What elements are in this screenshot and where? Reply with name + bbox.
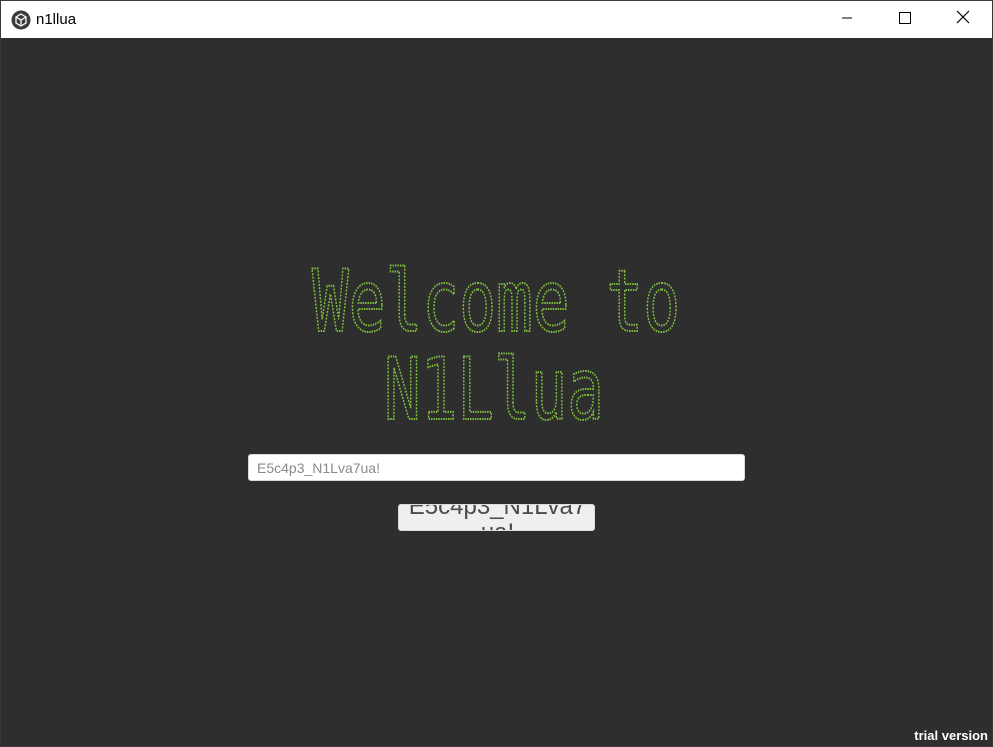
title-bar[interactable]: n1llua <box>1 1 992 38</box>
flag-input[interactable] <box>248 454 745 481</box>
minimize-icon <box>841 11 853 29</box>
submit-button-label: E5c4p3_N1Lva7ua! <box>408 504 587 530</box>
unity-cube-icon <box>11 10 31 30</box>
app-window: n1llua Welcome to N1Llua E5c4p3_N1Lva7ua… <box>0 0 993 747</box>
minimize-button[interactable] <box>818 1 876 38</box>
maximize-button[interactable] <box>876 1 934 38</box>
close-button[interactable] <box>934 1 992 38</box>
banner-line-welcome: Welcome to <box>312 252 680 352</box>
submit-button[interactable]: E5c4p3_N1Lva7ua! <box>398 504 595 531</box>
banner-line-title: N1Llua <box>384 340 604 440</box>
welcome-banner: Welcome to N1Llua <box>311 251 681 441</box>
maximize-icon <box>899 11 911 29</box>
close-icon <box>956 10 970 29</box>
window-title: n1llua <box>36 11 77 28</box>
trial-version-watermark: trial version <box>914 728 988 743</box>
app-content: Welcome to N1Llua E5c4p3_N1Lva7ua! trial… <box>1 38 992 746</box>
